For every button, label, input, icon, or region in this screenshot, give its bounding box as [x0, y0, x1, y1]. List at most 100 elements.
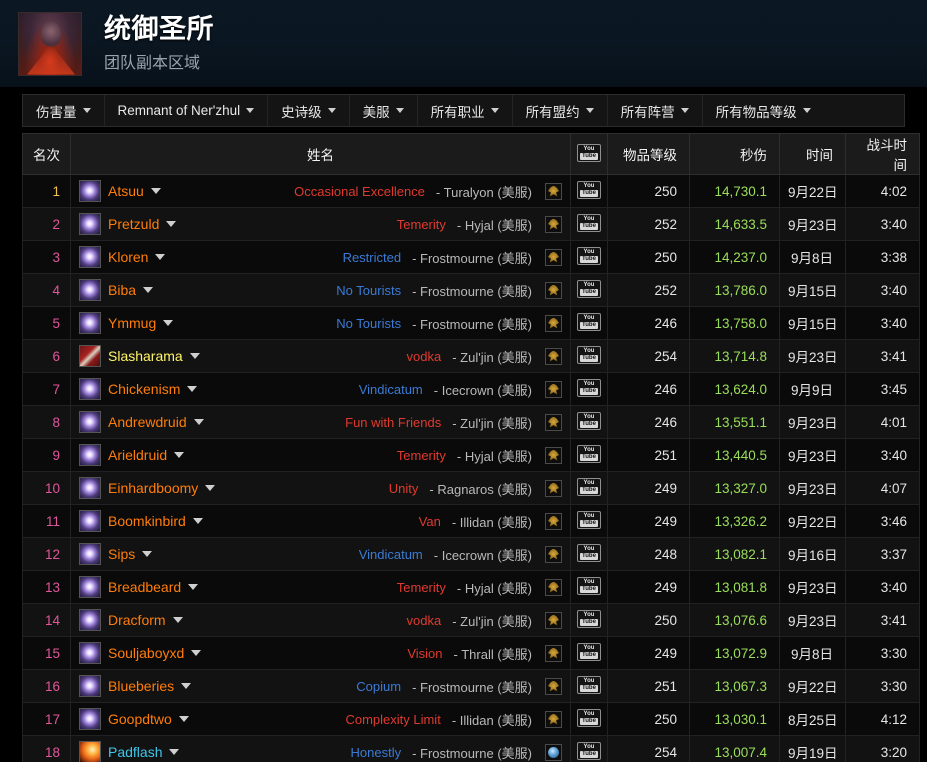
player-name-link[interactable]: Biba [108, 282, 136, 298]
chevron-down-icon[interactable] [172, 617, 183, 623]
player-name-link[interactable]: Andrewdruid [108, 414, 187, 430]
guild-name-link[interactable]: Unity [389, 481, 419, 496]
cell-video[interactable]: You Tube [570, 636, 608, 670]
youtube-icon[interactable]: You Tube [577, 180, 601, 199]
cell-video[interactable]: You Tube [570, 339, 608, 373]
guild-name-link[interactable]: Temerity [397, 217, 446, 232]
guild-name-link[interactable]: No Tourists [336, 316, 401, 331]
youtube-icon[interactable]: You Tube [577, 411, 601, 430]
column-header-name[interactable]: 姓名 [70, 133, 571, 175]
chevron-down-icon[interactable] [143, 287, 154, 293]
player-name-link[interactable]: Souljaboyxd [108, 645, 184, 661]
cell-video[interactable]: You Tube [570, 669, 608, 703]
youtube-icon[interactable]: You Tube [577, 609, 601, 628]
guild-name-link[interactable]: Fun with Friends [345, 415, 441, 430]
youtube-icon[interactable]: You Tube [577, 741, 601, 760]
youtube-icon[interactable]: You Tube [577, 708, 601, 727]
player-name-link[interactable]: Ymmug [108, 315, 156, 331]
cell-video[interactable]: You Tube [570, 537, 608, 571]
filter-covenant[interactable]: 所有盟约 [513, 95, 608, 126]
chevron-down-icon[interactable] [155, 254, 166, 260]
chevron-down-icon[interactable] [189, 353, 200, 359]
chevron-down-icon[interactable] [193, 419, 204, 425]
chevron-down-icon[interactable] [169, 749, 180, 755]
cell-video[interactable]: You Tube [570, 240, 608, 274]
player-name-link[interactable]: Atsuu [108, 183, 144, 199]
guild-name-link[interactable]: Restricted [343, 250, 402, 265]
player-name-link[interactable]: Goopdtwo [108, 711, 172, 727]
player-name-link[interactable]: Boomkinbird [108, 513, 186, 529]
column-header-video[interactable]: You Tube [570, 133, 608, 175]
chevron-down-icon[interactable] [142, 551, 153, 557]
youtube-icon[interactable]: You Tube [577, 312, 601, 331]
youtube-icon[interactable]: You Tube [577, 213, 601, 232]
guild-name-link[interactable]: Honestly [351, 745, 402, 760]
guild-name-link[interactable]: vodka [407, 349, 442, 364]
cell-video[interactable]: You Tube [570, 603, 608, 637]
filter-difficulty[interactable]: 史诗级 [268, 95, 350, 126]
guild-name-link[interactable]: Vindicatum [359, 547, 423, 562]
filter-metric[interactable]: 伤害量 [23, 95, 105, 126]
chevron-down-icon[interactable] [150, 188, 161, 194]
chevron-down-icon[interactable] [205, 485, 216, 491]
player-name-link[interactable]: Dracform [108, 612, 166, 628]
cell-video[interactable]: You Tube [570, 174, 608, 208]
player-name-link[interactable]: Arieldruid [108, 447, 167, 463]
guild-name-link[interactable]: Complexity Limit [345, 712, 440, 727]
guild-name-link[interactable]: Copium [356, 679, 401, 694]
guild-name-link[interactable]: Vision [407, 646, 442, 661]
player-name-link[interactable]: Blueberies [108, 678, 174, 694]
column-header-rank[interactable]: 名次 [22, 133, 71, 175]
chevron-down-icon[interactable] [163, 320, 174, 326]
cell-video[interactable]: You Tube [570, 570, 608, 604]
cell-video[interactable]: You Tube [570, 306, 608, 340]
youtube-icon[interactable]: You Tube [577, 444, 601, 463]
chevron-down-icon[interactable] [187, 386, 198, 392]
chevron-down-icon[interactable] [166, 221, 177, 227]
guild-name-link[interactable]: No Tourists [336, 283, 401, 298]
player-name-link[interactable]: Chickenism [108, 381, 180, 397]
youtube-icon[interactable]: You Tube [577, 345, 601, 364]
chevron-down-icon[interactable] [178, 716, 189, 722]
filter-region[interactable]: 美服 [350, 95, 418, 126]
youtube-icon[interactable]: You Tube [577, 246, 601, 265]
player-name-link[interactable]: Kloren [108, 249, 148, 265]
youtube-icon[interactable]: You Tube [577, 675, 601, 694]
chevron-down-icon[interactable] [174, 452, 185, 458]
filter-item-level[interactable]: 所有物品等级 [703, 95, 824, 126]
guild-name-link[interactable]: vodka [407, 613, 442, 628]
filter-class[interactable]: 所有职业 [418, 95, 513, 126]
cell-video[interactable]: You Tube [570, 702, 608, 736]
player-name-link[interactable]: Breadbeard [108, 579, 181, 595]
youtube-icon[interactable]: You Tube [577, 576, 601, 595]
guild-name-link[interactable]: Temerity [397, 448, 446, 463]
filter-boss[interactable]: Remnant of Ner'zhul [105, 95, 269, 126]
youtube-icon[interactable]: You Tube [577, 279, 601, 298]
cell-video[interactable]: You Tube [570, 372, 608, 406]
player-name-link[interactable]: Pretzuld [108, 216, 159, 232]
column-header-fight-length[interactable]: 战斗时间 [845, 133, 920, 175]
player-name-link[interactable]: Slasharama [108, 348, 183, 364]
cell-video[interactable]: You Tube [570, 405, 608, 439]
chevron-down-icon[interactable] [181, 683, 192, 689]
cell-video[interactable]: You Tube [570, 273, 608, 307]
cell-video[interactable]: You Tube [570, 504, 608, 538]
player-name-link[interactable]: Sips [108, 546, 135, 562]
guild-name-link[interactable]: Van [419, 514, 441, 529]
cell-video[interactable]: You Tube [570, 735, 608, 762]
player-name-link[interactable]: Padflash [108, 744, 162, 760]
guild-name-link[interactable]: Occasional Excellence [294, 184, 425, 199]
youtube-icon[interactable]: You Tube [577, 378, 601, 397]
cell-video[interactable]: You Tube [570, 207, 608, 241]
chevron-down-icon[interactable] [191, 650, 202, 656]
column-header-date[interactable]: 时间 [779, 133, 846, 175]
youtube-icon[interactable]: You Tube [577, 510, 601, 529]
player-name-link[interactable]: Einhardboomy [108, 480, 198, 496]
chevron-down-icon[interactable] [188, 584, 199, 590]
column-header-item-level[interactable]: 物品等级 [607, 133, 690, 175]
cell-video[interactable]: You Tube [570, 438, 608, 472]
guild-name-link[interactable]: Temerity [397, 580, 446, 595]
cell-video[interactable]: You Tube [570, 471, 608, 505]
youtube-icon[interactable]: You Tube [577, 477, 601, 496]
youtube-icon[interactable]: You Tube [577, 543, 601, 562]
